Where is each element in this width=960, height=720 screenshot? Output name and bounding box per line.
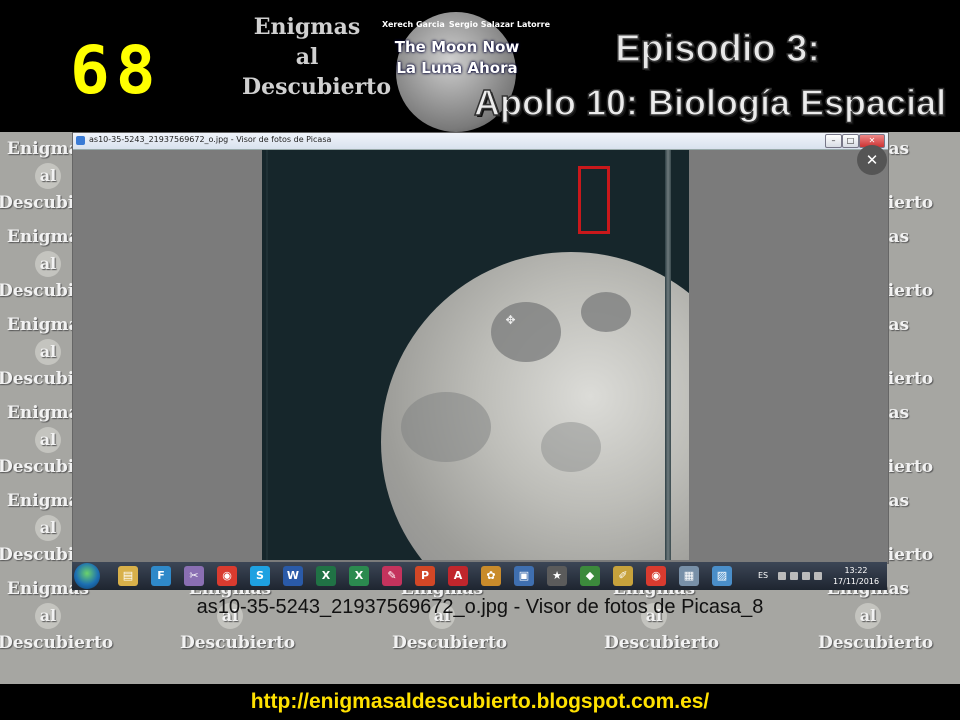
moon-badge-title-es: La Luna Ahora bbox=[396, 59, 518, 77]
skype-taskbar-icon[interactable]: S bbox=[250, 566, 270, 586]
powerpoint-taskbar-icon[interactable]: P bbox=[415, 566, 435, 586]
network-icon[interactable] bbox=[790, 572, 798, 580]
moon-badge-authors: Xerech Garcia Sergio Salazar Latorre bbox=[382, 20, 550, 29]
slide-footer: http://enigmasaldescubierto.blogspot.com… bbox=[0, 684, 960, 720]
highlight-box bbox=[578, 166, 610, 234]
moon-badge-title-en: The Moon Now bbox=[394, 38, 520, 56]
doc-taskbar-icon[interactable]: ▦ bbox=[679, 566, 699, 586]
explorer-taskbar-icon[interactable]: ▤ bbox=[118, 566, 138, 586]
movie-taskbar-icon[interactable]: ★ bbox=[547, 566, 567, 586]
mare bbox=[491, 302, 561, 362]
episode-label: Episodio 3: bbox=[614, 27, 820, 71]
mare bbox=[401, 392, 491, 462]
pen-taskbar-icon[interactable]: ✎ bbox=[382, 566, 402, 586]
volume-icon[interactable] bbox=[802, 572, 810, 580]
author-1: Xerech Garcia bbox=[382, 20, 445, 29]
move-cursor-icon: ✥ bbox=[505, 313, 516, 327]
logo-line1: Enigmas bbox=[253, 14, 361, 40]
photo-moon[interactable] bbox=[262, 150, 689, 560]
taskbar-clock[interactable]: 13:22 17/11/2016 bbox=[830, 565, 882, 587]
blog-url[interactable]: http://enigmasaldescubierto.blogspot.com… bbox=[0, 690, 960, 714]
maximize-button[interactable]: □ bbox=[842, 134, 859, 148]
chrome2-taskbar-icon[interactable]: ◉ bbox=[646, 566, 666, 586]
app-f-taskbar-icon[interactable]: F bbox=[151, 566, 171, 586]
author-2: Sergio Salazar Latorre bbox=[448, 20, 550, 29]
acrobat-taskbar-icon[interactable]: A bbox=[448, 566, 468, 586]
window-title: as10-35-5243_21937569672_o.jpg - Visor d… bbox=[89, 135, 332, 144]
start-button[interactable] bbox=[74, 563, 100, 589]
flag-icon[interactable] bbox=[778, 572, 786, 580]
battery-icon[interactable] bbox=[814, 572, 822, 580]
tool-taskbar-icon[interactable]: ✂ bbox=[184, 566, 204, 586]
mare bbox=[541, 422, 601, 472]
slide-header: 68 Enigmas al Descubierto Xerech Garcia … bbox=[0, 0, 960, 132]
logo-line2: al bbox=[295, 44, 319, 70]
episode-title: Apolo 10: Biología Espacial bbox=[473, 81, 947, 124]
screenshot-caption: as10-35-5243_21937569672_o.jpg - Visor d… bbox=[196, 596, 764, 618]
windows-taskbar: ▤ F ✂ ◉ S W X X ✎ P A ✿ ▣ ★ ◆ ✐ ◉ ▦ ▨ ES 13:22 17/11/2016 bbox=[72, 562, 887, 590]
clock-time: 13:22 bbox=[844, 566, 868, 575]
picasa-taskbar-icon[interactable]: ▨ bbox=[712, 566, 732, 586]
channel-logo: Enigmas al Descubierto bbox=[242, 10, 392, 122]
media-taskbar-icon[interactable]: ◆ bbox=[580, 566, 600, 586]
picasa-icon bbox=[76, 136, 85, 145]
picasa-window: as10-35-5243_21937569672_o.jpg - Visor d… bbox=[72, 132, 889, 564]
word-taskbar-icon[interactable]: W bbox=[283, 566, 303, 586]
mare bbox=[581, 292, 631, 332]
language-indicator[interactable]: ES bbox=[758, 571, 768, 580]
save-taskbar-icon[interactable]: ▣ bbox=[514, 566, 534, 586]
clock-date: 17/11/2016 bbox=[832, 577, 880, 586]
viewer-close-button[interactable]: ✕ bbox=[857, 145, 887, 175]
draw-taskbar-icon[interactable]: ✐ bbox=[613, 566, 633, 586]
window-titlebar[interactable]: as10-35-5243_21937569672_o.jpg - Visor d… bbox=[73, 133, 888, 150]
excel2-taskbar-icon[interactable]: X bbox=[349, 566, 369, 586]
chrome-taskbar-icon[interactable]: ◉ bbox=[217, 566, 237, 586]
paint-taskbar-icon[interactable]: ✿ bbox=[481, 566, 501, 586]
minimize-button[interactable]: – bbox=[825, 134, 842, 148]
excel-taskbar-icon[interactable]: X bbox=[316, 566, 336, 586]
moon-image bbox=[381, 252, 689, 560]
film-edge-strip bbox=[665, 150, 671, 560]
slide-number: 68 bbox=[70, 32, 162, 109]
logo-line3: Descubierto bbox=[242, 74, 392, 100]
photo-edge bbox=[266, 150, 268, 560]
